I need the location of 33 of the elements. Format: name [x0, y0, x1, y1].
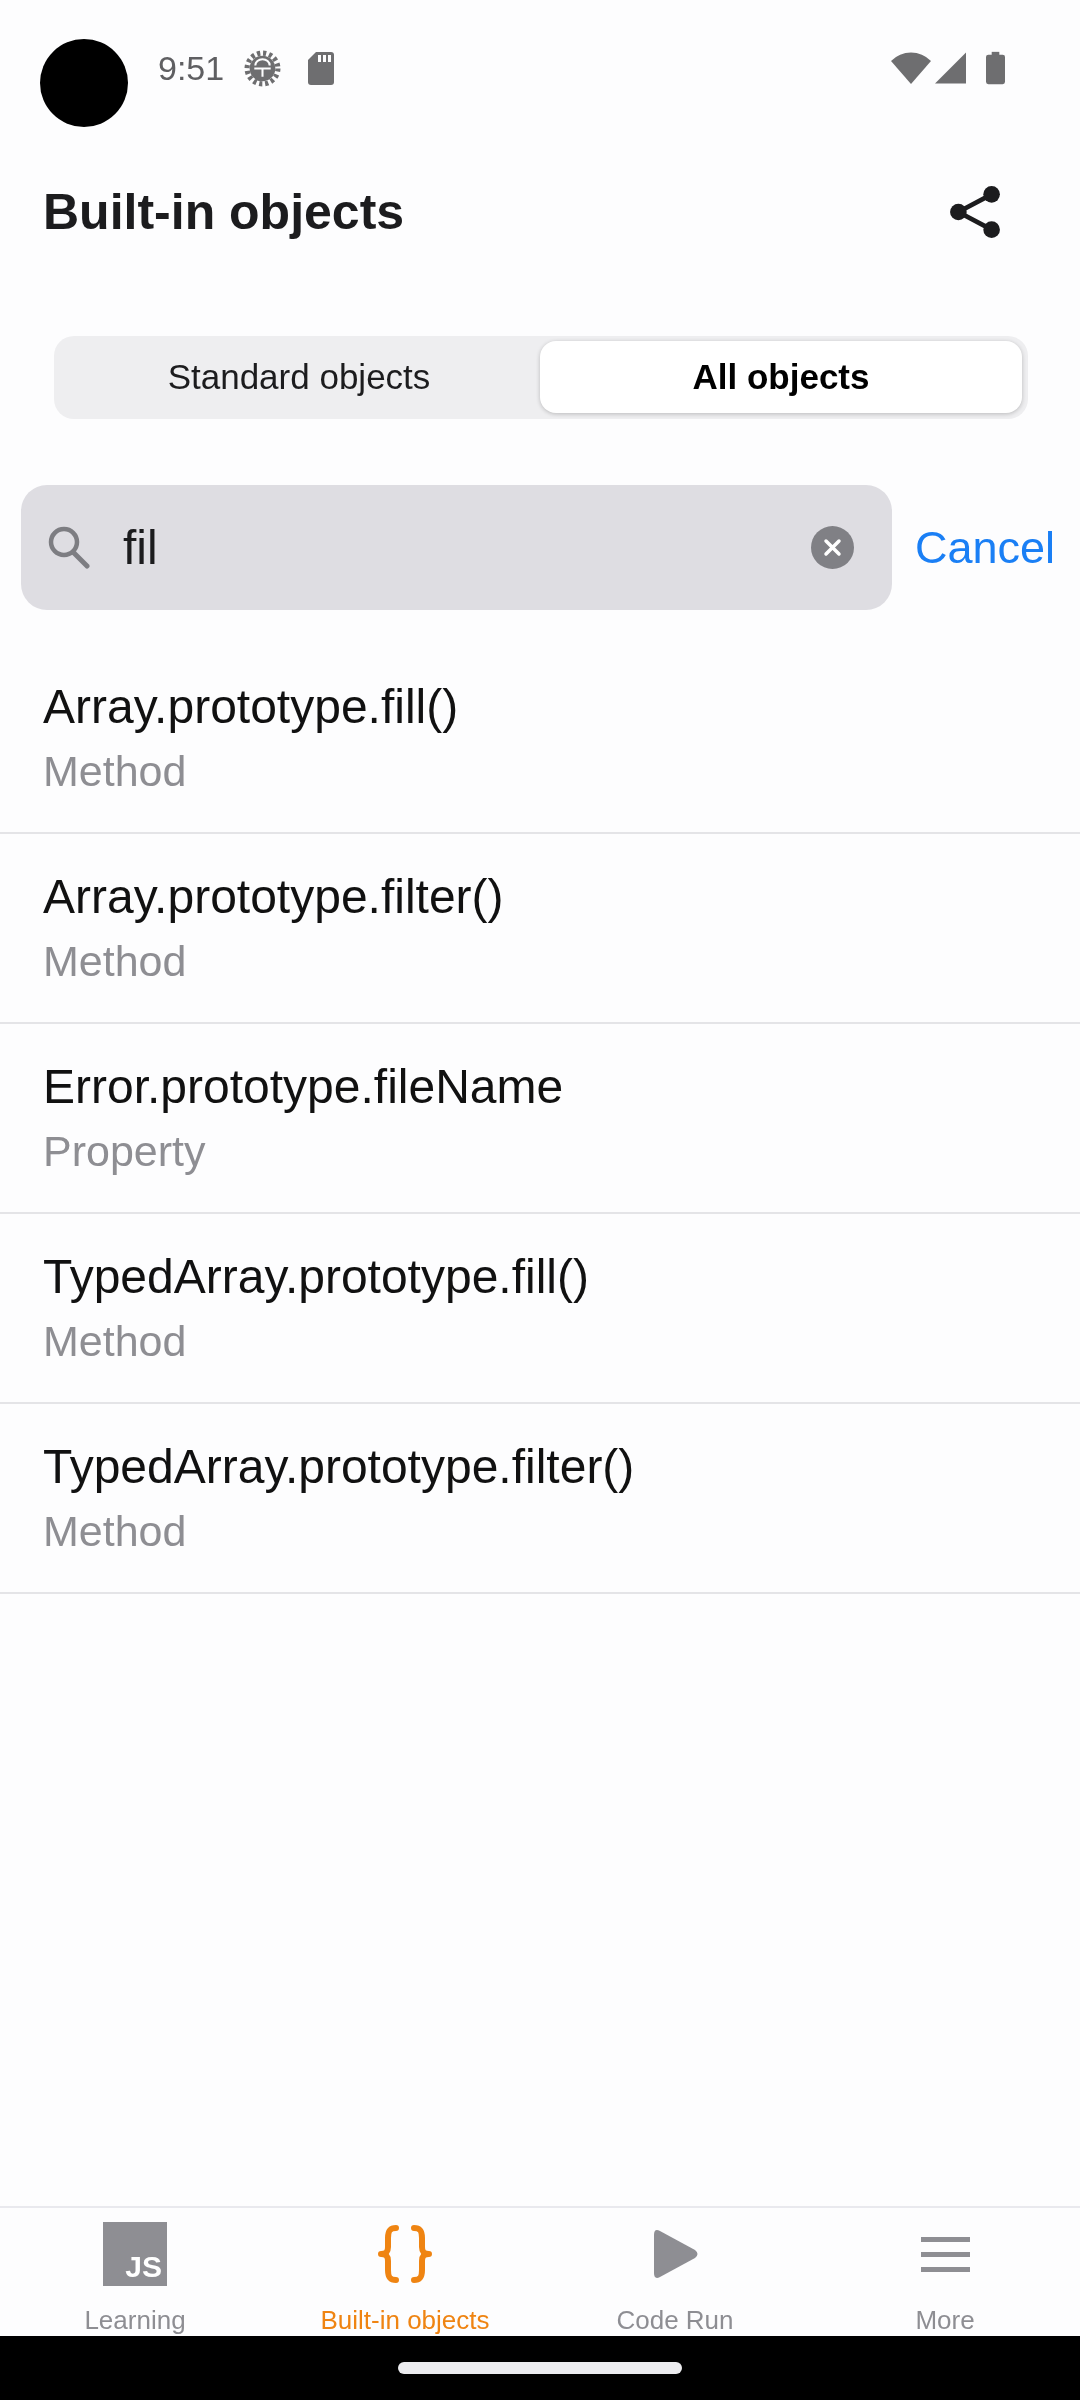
result-row[interactable]: TypedArray.prototype.filter() Method — [0, 1404, 1080, 1594]
play-icon — [651, 2228, 699, 2280]
result-type: Method — [43, 1506, 187, 1556]
result-type: Method — [43, 1316, 187, 1366]
clock-time: 9:51 — [158, 48, 225, 88]
wifi-icon — [891, 52, 931, 84]
signal-icon — [935, 52, 966, 84]
gear-icon — [244, 49, 282, 87]
segment-tab[interactable]: Standard objects — [58, 341, 540, 413]
result-type: Method — [43, 746, 187, 796]
result-row[interactable]: Array.prototype.filter() Method — [0, 834, 1080, 1024]
page-title: Built-in objects — [43, 183, 405, 242]
js-logo: JS — [103, 2222, 167, 2286]
battery-icon — [986, 51, 1005, 85]
result-name: Error.prototype.fileName — [43, 1060, 564, 1114]
search-field[interactable]: fil — [21, 485, 892, 610]
result-row[interactable]: Array.prototype.fill() Method — [0, 644, 1080, 834]
braces-icon — [376, 2224, 434, 2284]
sd-card-icon — [308, 51, 335, 85]
result-row[interactable]: TypedArray.prototype.fill() Method — [0, 1214, 1080, 1404]
result-name: Array.prototype.filter() — [43, 870, 504, 924]
result-name: Array.prototype.fill() — [43, 680, 459, 734]
search-icon — [47, 525, 90, 569]
menu-icon — [920, 2236, 970, 2272]
cancel-button[interactable]: Cancel — [915, 521, 1056, 574]
segment-tab[interactable]: All objects — [540, 341, 1022, 413]
result-name: TypedArray.prototype.fill() — [43, 1250, 589, 1304]
share-icon — [949, 185, 1001, 239]
result-name: TypedArray.prototype.filter() — [43, 1440, 635, 1494]
clear-icon[interactable] — [811, 526, 854, 569]
result-row[interactable]: Error.prototype.fileName Property — [0, 1024, 1080, 1214]
result-type: Property — [43, 1126, 206, 1176]
result-type: Method — [43, 936, 187, 986]
